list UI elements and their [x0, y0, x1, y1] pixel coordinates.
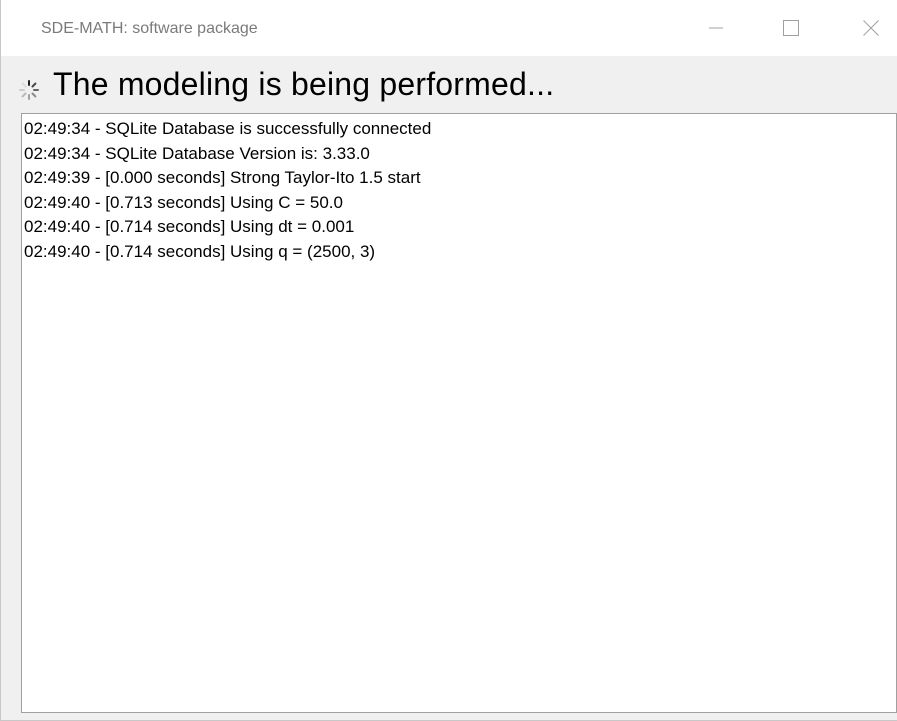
log-line: 02:49:39 - [0.000 seconds] Strong Taylor…	[24, 168, 421, 187]
modeling-status-text: The modeling is being performed...	[53, 66, 555, 102]
status-header: The modeling is being performed...	[1, 56, 897, 113]
minimize-icon	[709, 27, 723, 29]
minimize-button[interactable]	[691, 0, 741, 56]
log-line: 02:49:40 - [0.714 seconds] Using q = (25…	[24, 241, 376, 261]
window-title: SDE-MATH: software package	[41, 20, 258, 37]
log-line: 02:49:34 - SQLite Database is successful…	[24, 119, 432, 138]
app-window: SDE-MATH: software package The modeling …	[0, 0, 897, 721]
maximize-icon	[783, 20, 799, 36]
log-line: 02:49:40 - [0.713 seconds] Using C = 50.…	[24, 192, 343, 212]
log-line: 02:49:40 - [0.714 seconds] Using dt = 0.…	[24, 217, 355, 236]
loading-spinner-icon	[19, 80, 39, 100]
close-icon	[863, 20, 879, 36]
title-bar[interactable]: SDE-MATH: software package	[1, 0, 897, 56]
maximize-button[interactable]	[766, 0, 816, 56]
log-line: 02:49:34 - SQLite Database Version is: 3…	[24, 143, 370, 163]
log-output[interactable]: 02:49:34 - SQLite Database is successful…	[21, 113, 897, 713]
close-button[interactable]	[846, 0, 896, 56]
